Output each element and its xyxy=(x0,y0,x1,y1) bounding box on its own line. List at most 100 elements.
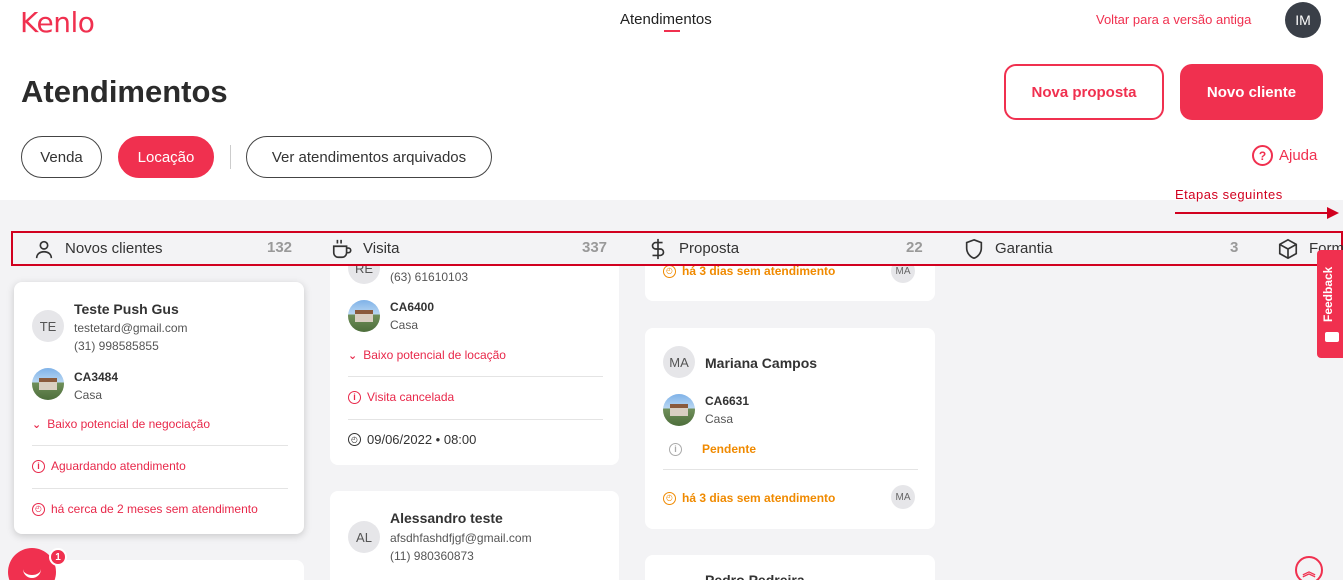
column-visita[interactable]: Visita xyxy=(331,233,399,264)
nova-proposta-button[interactable]: Nova proposta xyxy=(1004,64,1164,120)
time-indicator: ◴ há 3 dias sem atendimento xyxy=(663,264,835,278)
visit-date: ◴ 09/06/2022 • 08:00 xyxy=(348,432,476,447)
client-name: Teste Push Gus xyxy=(74,301,179,317)
scroll-top-button[interactable]: ︽ xyxy=(1295,556,1323,580)
column-label: Garantia xyxy=(995,240,1053,257)
property-code: CA3484 xyxy=(74,370,119,384)
info-icon: i xyxy=(348,390,361,404)
novo-cliente-button[interactable]: Novo cliente xyxy=(1180,64,1323,120)
status-indicator: i Visita cancelada xyxy=(348,390,454,404)
divider xyxy=(32,488,288,489)
page-title: Atendimentos xyxy=(21,74,228,109)
client-phone: (11) 980360873 xyxy=(390,549,474,563)
client-name: Alessandro teste xyxy=(390,510,503,526)
potential-text: Baixo potencial de negociação xyxy=(47,417,211,431)
property-type: Casa xyxy=(390,318,419,332)
client-email: testetard@gmail.com xyxy=(74,321,188,335)
proposal-card[interactable]: Pedro Pedreira xyxy=(645,555,935,580)
column-novos-clientes[interactable]: Novos clientes xyxy=(33,233,163,264)
old-version-link[interactable]: Voltar para a versão antiga xyxy=(1096,12,1251,27)
feedback-label: Feedback xyxy=(1321,266,1335,322)
time-text: há cerca de 2 meses sem atendimento xyxy=(51,502,258,516)
property-thumbnail xyxy=(32,368,64,400)
status-text: Aguardando atendimento xyxy=(51,459,186,473)
proposal-card[interactable]: MA Mariana Campos CA6631 Casa i Pendente… xyxy=(645,328,935,529)
box-icon xyxy=(1278,238,1298,259)
user-icon xyxy=(35,240,53,258)
dollar-icon xyxy=(651,238,665,259)
info-icon: i xyxy=(32,459,45,473)
divider xyxy=(32,445,288,446)
coffee-icon xyxy=(332,239,352,258)
help-label: Ajuda xyxy=(1279,147,1318,164)
column-label: Novos clientes xyxy=(65,240,163,257)
client-avatar: AL xyxy=(348,521,380,553)
column-proposta[interactable]: Proposta xyxy=(647,233,739,264)
potential-text: Baixo potencial de locação xyxy=(363,348,506,362)
column-count: 3 xyxy=(1230,239,1239,256)
client-name: Mariana Campos xyxy=(705,355,818,371)
pipeline-column-headers: Novos clientes 132 Visita 337 Proposta 2… xyxy=(11,231,1343,266)
kenlo-logo[interactable]: Kenlo xyxy=(20,6,95,39)
next-steps-label: Etapas seguintes xyxy=(1175,187,1283,202)
column-count: 337 xyxy=(582,239,608,256)
client-phone: (31) 998585855 xyxy=(74,339,159,353)
filter-arquivados[interactable]: Ver atendimentos arquivados xyxy=(246,136,492,178)
chat-unread-badge: 1 xyxy=(49,548,67,566)
visit-date-text: 09/06/2022 • 08:00 xyxy=(367,432,477,447)
chevron-double-down-icon: ⌄ xyxy=(348,349,358,362)
potential-indicator: ⌄ Baixo potencial de negociação xyxy=(32,417,210,431)
nav-active-indicator xyxy=(664,30,680,32)
client-avatar: TE xyxy=(32,310,64,342)
status-indicator: i Pendente xyxy=(669,442,756,456)
chat-icon xyxy=(1325,332,1339,342)
agent-avatar: MA xyxy=(891,485,915,509)
divider xyxy=(348,376,603,377)
clock-icon: ◴ xyxy=(348,433,361,446)
column-garantia[interactable]: Garantia xyxy=(963,233,1053,264)
client-card[interactable]: AL Alessandro teste afsdhfashdfjgf@gmail… xyxy=(330,491,619,580)
chevron-double-down-icon: ⌄ xyxy=(32,418,42,431)
help-link[interactable]: ? Ajuda xyxy=(1252,145,1317,166)
time-indicator: ◴ há cerca de 2 meses sem atendimento xyxy=(32,502,258,516)
next-steps-arrow xyxy=(1175,212,1330,214)
property-thumbnail xyxy=(663,394,695,426)
property-code: CA6400 xyxy=(390,300,435,314)
client-phone: (63) 61610103 xyxy=(390,270,469,284)
feedback-tab[interactable]: Feedback xyxy=(1317,250,1343,358)
time-text: há 3 dias sem atendimento xyxy=(682,264,836,278)
column-count: 22 xyxy=(906,239,923,256)
column-label: Visita xyxy=(363,240,400,257)
client-email: afsdhfashdfjgf@gmail.com xyxy=(390,531,532,545)
arrow-right-icon xyxy=(1327,207,1339,219)
potential-indicator: ⌄ Baixo potencial de locação xyxy=(348,348,506,362)
property-type: Casa xyxy=(74,388,103,402)
filter-separator xyxy=(230,145,231,169)
shield-icon xyxy=(965,238,983,259)
help-icon: ? xyxy=(1252,145,1273,166)
status-text: Visita cancelada xyxy=(367,390,455,404)
property-thumbnail xyxy=(348,300,380,332)
filter-venda[interactable]: Venda xyxy=(21,136,102,178)
client-name: Pedro Pedreira xyxy=(705,572,805,580)
clock-icon: ◴ xyxy=(663,264,676,278)
time-text: há 3 dias sem atendimento xyxy=(682,491,836,505)
clock-icon: ◴ xyxy=(32,502,45,516)
nav-atendimentos[interactable]: Atendimentos xyxy=(620,11,712,28)
column-label: Proposta xyxy=(679,240,740,257)
time-indicator: ◴ há 3 dias sem atendimento xyxy=(663,491,835,505)
info-icon: i xyxy=(669,442,682,456)
visit-card[interactable]: RE (63) 61610103 CA6400 Casa ⌄ Baixo pot… xyxy=(330,240,619,465)
property-code: CA6631 xyxy=(705,394,750,408)
status-text: Pendente xyxy=(702,442,757,456)
column-count: 132 xyxy=(267,239,293,256)
status-indicator: i Aguardando atendimento xyxy=(32,459,186,473)
client-avatar: MA xyxy=(663,346,695,378)
client-card[interactable]: TE Teste Push Gus testetard@gmail.com (3… xyxy=(14,282,304,534)
top-header: Kenlo Atendimentos Voltar para a versão … xyxy=(0,0,1343,200)
chevron-double-up-icon: ︽ xyxy=(1302,563,1316,579)
clock-icon: ◴ xyxy=(663,491,676,505)
user-avatar[interactable]: IM xyxy=(1285,2,1321,38)
divider xyxy=(348,419,603,420)
filter-locacao[interactable]: Locação xyxy=(118,136,214,178)
